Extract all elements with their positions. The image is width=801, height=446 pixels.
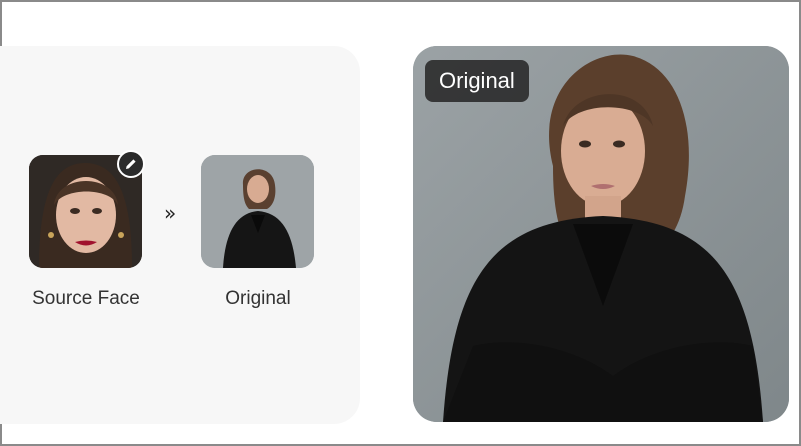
edit-source-face-button[interactable]: [117, 150, 145, 178]
original-thumbnail[interactable]: [201, 155, 314, 268]
double-chevron-right-icon: »: [164, 201, 177, 225]
original-badge: Original: [425, 60, 529, 102]
preview-image: [413, 46, 789, 422]
preview-photo: [413, 46, 789, 422]
original-image: [201, 155, 314, 268]
pencil-icon: [126, 159, 136, 169]
source-face-label: Source Face: [32, 288, 140, 309]
original-label: Original: [225, 288, 291, 309]
